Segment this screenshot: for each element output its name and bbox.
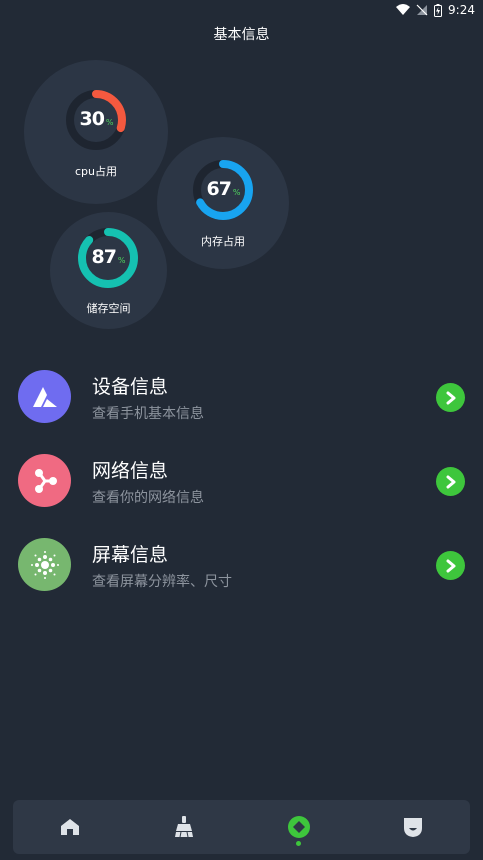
device-info-subtitle: 查看手机基本信息: [92, 406, 204, 422]
device-info-item[interactable]: 设备信息 查看手机基本信息: [0, 370, 483, 440]
storage-gauge-label: 储存空间: [86, 302, 131, 315]
broom-icon: [175, 816, 194, 838]
network-icon-wrap: [18, 454, 71, 507]
device-info-title: 设备信息: [92, 376, 169, 398]
screen-info-title: 屏幕信息: [92, 544, 169, 566]
cpu-gauge-value-wrap: 30%: [64, 108, 128, 130]
memory-gauge-value-wrap: 67%: [191, 178, 255, 200]
screen-info-item[interactable]: 屏幕信息 查看屏幕分辨率、尺寸: [0, 538, 483, 608]
screen-info-subtitle: 查看屏幕分辨率、尺寸: [92, 574, 232, 590]
storage-gauge-value-wrap: 87%: [76, 246, 140, 268]
bottom-nav: [13, 800, 470, 854]
device-info-arrow-button[interactable]: [436, 383, 465, 412]
network-info-item[interactable]: 网络信息 查看你的网络信息: [0, 454, 483, 524]
cpu-gauge-value: 30: [79, 108, 104, 130]
screen: 9:24 基本信息 30% cpu占用 67% 内存占用 87% 储存空间 设备…: [0, 0, 483, 860]
storage-gauge-card[interactable]: 87% 储存空间: [50, 212, 167, 329]
info-diamond-icon: [287, 816, 310, 838]
device-icon: [32, 386, 57, 407]
network-info-title: 网络信息: [92, 460, 169, 482]
screen-icon: [30, 550, 59, 579]
chevron-right-icon: [446, 559, 455, 572]
storage-gauge-unit: %: [117, 256, 126, 265]
device-icon-wrap: [18, 370, 71, 423]
nav-protect[interactable]: [383, 800, 443, 854]
chevron-right-icon: [446, 475, 455, 488]
memory-gauge-value: 67: [206, 178, 231, 200]
wifi-icon: [396, 4, 411, 15]
status-time: 9:24: [448, 3, 475, 17]
battery-charging-icon: [434, 3, 443, 17]
screen-info-arrow-button[interactable]: [436, 551, 465, 580]
status-bar: 9:24: [0, 0, 483, 20]
memory-gauge-card[interactable]: 67% 内存占用: [157, 137, 289, 269]
home-icon: [61, 819, 80, 835]
cpu-gauge-card[interactable]: 30% cpu占用: [24, 60, 168, 204]
shield-icon: [403, 818, 422, 837]
memory-gauge-unit: %: [232, 188, 241, 197]
cpu-gauge-unit: %: [105, 118, 114, 127]
network-info-arrow-button[interactable]: [436, 467, 465, 496]
chevron-right-icon: [446, 391, 455, 404]
no-signal-icon: [416, 4, 428, 16]
nav-info[interactable]: [269, 800, 329, 854]
storage-gauge-value: 87: [91, 246, 116, 268]
network-info-subtitle: 查看你的网络信息: [92, 490, 204, 506]
nav-home[interactable]: [40, 800, 100, 854]
page-title: 基本信息: [213, 27, 270, 43]
nav-active-dot: [295, 841, 301, 846]
memory-gauge-label: 内存占用: [201, 235, 245, 248]
network-icon: [34, 468, 57, 493]
cpu-gauge-label: cpu占用: [74, 165, 117, 178]
nav-clean[interactable]: [154, 800, 214, 854]
screen-icon-wrap: [18, 538, 71, 591]
